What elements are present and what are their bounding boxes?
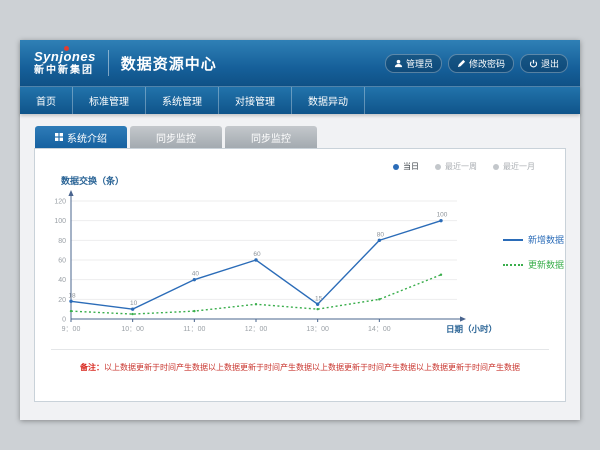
series-label-new: 新增数据 — [528, 233, 564, 246]
footnote-label: 备注： — [80, 363, 104, 372]
line-chart: 0 20 40 60 80 100 120 9：00 10：00 11：00 12：00 13：00 1… — [41, 187, 501, 345]
legend-dot-last-week — [435, 164, 441, 170]
logo-text-cn: 新中新集团 — [34, 66, 96, 76]
tab-bar: 系统介绍 同步监控 同步监控 — [35, 126, 566, 148]
tab-label: 同步监控 — [156, 130, 196, 145]
nav-item-integration-mgmt[interactable]: 对接管理 — [219, 87, 292, 114]
series-label-updated: 更新数据 — [528, 258, 564, 271]
svg-text:9：00: 9：00 — [62, 326, 81, 333]
chart-row: 0 20 40 60 80 100 120 9：00 10：00 11：00 12：00 13：00 1… — [35, 187, 565, 345]
svg-text:10：00: 10：00 — [121, 326, 144, 333]
series-new-data[interactable]: 新增数据 — [503, 233, 564, 246]
svg-text:80: 80 — [377, 231, 385, 238]
svg-text:11：00: 11：00 — [183, 326, 205, 333]
main-nav: 首页 标准管理 系统管理 对接管理 数据异动 — [20, 86, 580, 114]
svg-text:100: 100 — [54, 218, 66, 225]
tab-sync-monitor-1[interactable]: 同步监控 — [130, 126, 222, 148]
user-icon — [394, 59, 403, 68]
logout-button[interactable]: 退出 — [520, 54, 568, 73]
svg-text:15: 15 — [315, 295, 323, 302]
header: Synjones 新中新集团 数据资源中心 管理员 修改密码 退出 — [20, 40, 580, 86]
grid-icon — [55, 133, 63, 141]
app-window: Synjones 新中新集团 数据资源中心 管理员 修改密码 退出 — [20, 40, 580, 420]
desktop-background: Synjones 新中新集团 数据资源中心 管理员 修改密码 退出 — [0, 0, 600, 450]
svg-text:12：00: 12：00 — [245, 326, 268, 333]
logo: Synjones 新中新集团 — [34, 50, 96, 76]
svg-text:40: 40 — [58, 277, 66, 284]
divider — [51, 349, 549, 350]
y-axis-title: 数据交换（条） — [61, 174, 565, 187]
line-sample-solid — [503, 239, 523, 241]
legend-label-last-month: 最近一月 — [503, 161, 535, 172]
legend-dot-today — [393, 164, 399, 170]
content-area: 系统介绍 同步监控 同步监控 当日 最近一周 — [20, 114, 580, 420]
admin-button-label: 管理员 — [406, 57, 433, 70]
legend-label-last-week: 最近一周 — [445, 161, 477, 172]
legend-last-week[interactable]: 最近一周 — [435, 161, 477, 172]
logout-label: 退出 — [541, 57, 559, 70]
series-legend: 新增数据 更新数据 — [503, 233, 564, 345]
nav-item-home[interactable]: 首页 — [20, 87, 73, 114]
svg-text:80: 80 — [58, 238, 66, 245]
svg-text:13：00: 13：00 — [306, 326, 329, 333]
edit-icon — [457, 59, 466, 68]
change-password-button[interactable]: 修改密码 — [448, 54, 514, 73]
svg-text:日期（小时）: 日期（小时） — [446, 324, 497, 334]
header-divider — [108, 50, 109, 76]
app-title: 数据资源中心 — [121, 53, 217, 74]
footnote-text: 以上数据更新于时间产生数据以上数据更新于时间产生数据以上数据更新于时间产生数据以… — [104, 363, 520, 372]
time-range-legend: 当日 最近一周 最近一月 — [35, 149, 565, 172]
svg-text:18: 18 — [68, 292, 76, 299]
svg-text:100: 100 — [437, 212, 448, 219]
svg-text:60: 60 — [253, 251, 261, 258]
tab-label: 系统介绍 — [67, 130, 107, 145]
legend-last-month[interactable]: 最近一月 — [493, 161, 535, 172]
power-icon — [529, 59, 538, 68]
svg-text:40: 40 — [192, 271, 200, 278]
svg-text:20: 20 — [58, 297, 66, 304]
footnote: 备注：以上数据更新于时间产生数据以上数据更新于时间产生数据以上数据更新于时间产生… — [35, 362, 565, 373]
tab-sync-monitor-2[interactable]: 同步监控 — [225, 126, 317, 148]
nav-item-standard-mgmt[interactable]: 标准管理 — [73, 87, 146, 114]
legend-today[interactable]: 当日 — [393, 161, 419, 172]
nav-item-system-mgmt[interactable]: 系统管理 — [146, 87, 219, 114]
chart-panel: 当日 最近一周 最近一月 数据交换（条） 0 20 40 60 80 100 120 9：00… — [34, 148, 566, 402]
nav-item-data-change[interactable]: 数据异动 — [292, 87, 365, 114]
svg-text:10: 10 — [130, 300, 138, 307]
header-actions: 管理员 修改密码 退出 — [385, 54, 568, 73]
change-password-label: 修改密码 — [469, 57, 505, 70]
svg-text:120: 120 — [54, 199, 66, 206]
legend-label-today: 当日 — [403, 161, 419, 172]
logo-text-en: Synjones — [34, 50, 96, 63]
series-updated-data[interactable]: 更新数据 — [503, 258, 564, 271]
svg-text:60: 60 — [58, 258, 66, 265]
line-sample-dotted — [503, 264, 523, 266]
svg-text:0: 0 — [62, 317, 66, 324]
admin-button[interactable]: 管理员 — [385, 54, 442, 73]
legend-dot-last-month — [493, 164, 499, 170]
tab-label: 同步监控 — [251, 130, 291, 145]
logo-accent-dot — [64, 46, 69, 51]
svg-text:14：00: 14：00 — [368, 326, 391, 333]
tab-system-intro[interactable]: 系统介绍 — [35, 126, 127, 148]
